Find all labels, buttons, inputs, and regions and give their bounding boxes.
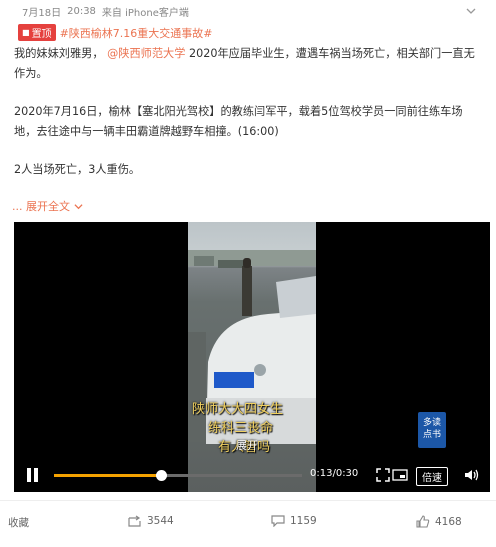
fullscreen-icon[interactable]	[376, 468, 390, 482]
expand-full-text-link[interactable]: ... 展开全文	[12, 198, 83, 214]
video-progress-handle[interactable]	[156, 470, 168, 481]
post-paragraph-2: 2020年7月16日，榆林【塞北阳光驾校】的教练闫军平，载着5位驾校学员一同前往…	[14, 105, 463, 138]
pinned-badge: ■ 置顶	[18, 24, 56, 41]
duodu-watermark-logo: 多读 点书	[418, 412, 446, 448]
post-paragraph-3: 2人当场死亡，3人重伤。	[14, 163, 141, 176]
thumbs-up-icon	[416, 515, 430, 528]
post-text: 我的妹妹刘雅男，	[14, 47, 104, 60]
video-subtitle-line-2: 练科三丧命	[208, 421, 274, 436]
video-progress-bar[interactable]	[54, 470, 302, 481]
playback-speed-button[interactable]: 倍速	[416, 467, 448, 486]
mention-link[interactable]: @陕西师范大学	[107, 47, 185, 60]
post-meta: 7月18日 20:38 来自 iPhone客户端	[22, 4, 189, 19]
like-button[interactable]: 4168	[416, 515, 462, 528]
chevron-down-icon	[74, 203, 83, 209]
post-paragraph-1: 我的妹妹刘雅男， @陕西师范大学 2020年应届毕业生，遭遇车祸当场死亡，相关部…	[14, 44, 484, 84]
favorite-label: 收藏	[8, 517, 29, 529]
topic-hashtag[interactable]: #陕西榆林7.16重大交通事故#	[60, 25, 213, 41]
picture-in-picture-icon[interactable]	[392, 469, 408, 481]
pin-icon: ■	[22, 28, 30, 37]
post-tagline: ■ 置顶 #陕西榆林7.16重大交通事故#	[18, 24, 213, 41]
volume-icon[interactable]	[464, 468, 480, 482]
chevron-down-icon[interactable]	[466, 6, 476, 16]
video-time: 0:13/0:30	[310, 468, 359, 479]
video-subtitle-line-1: 陕师大大四女生	[192, 402, 284, 417]
like-count: 4168	[435, 515, 462, 528]
post-body: 我的妹妹刘雅男， @陕西师范大学 2020年应届毕业生，遭遇车祸当场死亡，相关部…	[14, 44, 484, 180]
pinned-badge-label: 置顶	[31, 29, 52, 40]
duodu-line-2: 点书	[422, 430, 441, 440]
video-expand-button[interactable]: 展开	[236, 437, 258, 453]
post-source[interactable]: 来自 iPhone客户端	[102, 4, 189, 19]
video-progress-fill	[54, 474, 162, 477]
comment-button[interactable]: 1159	[271, 515, 317, 527]
favorite-button[interactable]: 收藏	[8, 515, 29, 530]
comment-count: 1159	[290, 515, 317, 527]
repost-icon	[128, 515, 141, 527]
pause-icon[interactable]	[26, 468, 40, 482]
video-controls: 0:13/0:30 倍速	[14, 458, 490, 492]
post-time: 20:38	[67, 6, 96, 17]
post-action-bar: 收藏 3544 1159 4168	[0, 500, 496, 547]
expand-label: ... 展开全文	[12, 200, 70, 213]
repost-count: 3544	[147, 515, 174, 527]
comment-icon	[271, 515, 285, 527]
video-player[interactable]: 陕师大大四女生 练科三丧命 有人管吗 展开 多读 点书 0:13/0:30 倍速	[14, 222, 490, 492]
repost-button[interactable]: 3544	[128, 515, 174, 527]
duodu-line-1: 多读	[422, 418, 441, 428]
post-date: 7月18日	[22, 8, 62, 19]
